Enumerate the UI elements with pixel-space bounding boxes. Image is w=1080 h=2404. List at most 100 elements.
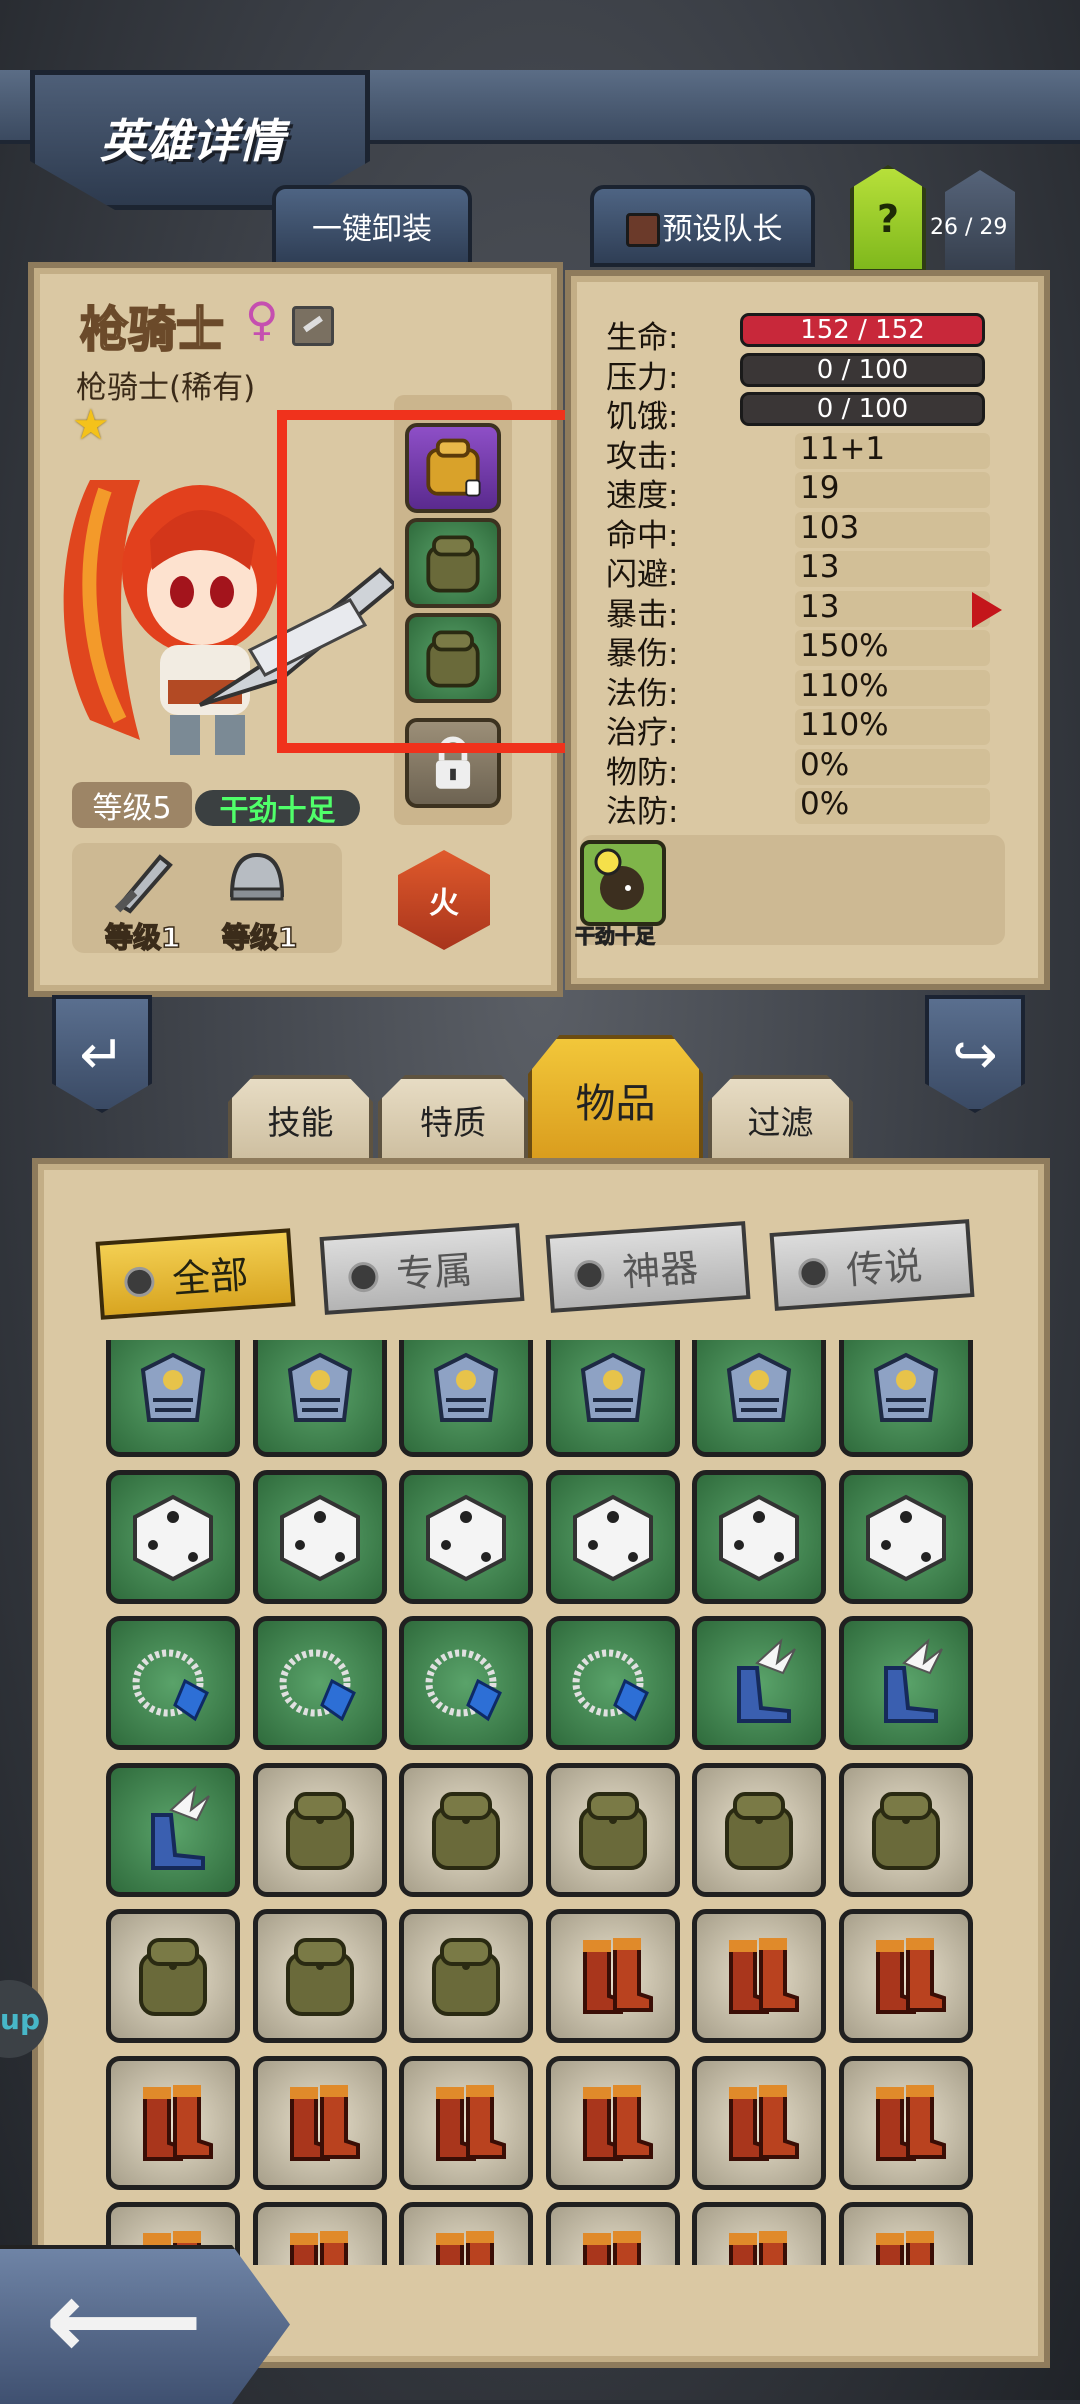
inventory-grid	[106, 1340, 976, 2265]
edit-name-icon[interactable]	[292, 306, 334, 346]
backpack-icon	[579, 1792, 647, 1870]
red-boots-icon	[436, 2085, 506, 2161]
winged-boots-icon	[737, 1638, 796, 1723]
dice-icon	[133, 1494, 213, 1582]
next-page-arrow-icon[interactable]	[972, 592, 1002, 628]
inventory-slot[interactable]	[399, 1616, 533, 1750]
inventory-slot[interactable]	[546, 1616, 680, 1750]
inventory-slot[interactable]	[692, 2202, 826, 2265]
tab-filter[interactable]: 过滤	[708, 1075, 853, 1165]
red-boots-icon	[729, 1938, 799, 2014]
tab-items[interactable]: 物品	[528, 1035, 703, 1165]
inventory-slot[interactable]	[692, 1909, 826, 2043]
inventory-slot[interactable]	[253, 1909, 387, 2043]
filter-artifact-label: 神器	[620, 1245, 700, 1295]
inventory-slot[interactable]	[399, 2056, 533, 2190]
radio-dot-icon	[347, 1261, 380, 1294]
inventory-slot[interactable]	[399, 1909, 533, 2043]
filter-exclusive[interactable]: 专属	[319, 1223, 525, 1315]
filter-artifact[interactable]: 神器	[545, 1221, 751, 1313]
preset-leader-label: 预设队长	[662, 212, 783, 247]
backpack-icon	[286, 1792, 354, 1870]
filter-all[interactable]: 全部	[95, 1228, 296, 1320]
hero-trait[interactable]: 干劲十足	[195, 790, 360, 827]
stat-value: 13	[800, 549, 840, 585]
inventory-slot[interactable]	[692, 1616, 826, 1750]
stat-value: 0%	[800, 786, 850, 822]
inventory-slot[interactable]	[546, 1763, 680, 1897]
inventory-slot[interactable]	[546, 1909, 680, 2043]
inventory-slot[interactable]	[839, 2056, 973, 2190]
inventory-slot[interactable]	[253, 1340, 387, 1457]
amulet-icon	[279, 1649, 356, 1722]
inventory-slot[interactable]	[839, 2202, 973, 2265]
backpack-icon	[286, 1938, 354, 2016]
inventory-slot[interactable]	[546, 2202, 680, 2265]
inventory-slot[interactable]	[253, 2202, 387, 2265]
red-boots-icon	[876, 2085, 946, 2161]
dice-icon	[426, 1494, 506, 1582]
return-arrow-icon: ↵	[79, 1022, 125, 1086]
stat-bar: 152 / 152	[740, 313, 985, 347]
amulet-icon	[425, 1649, 502, 1722]
inventory-slot[interactable]	[399, 1763, 533, 1897]
preset-leader-button[interactable]: 预设队长	[590, 185, 815, 267]
armor-level: 等级1	[221, 920, 298, 955]
inventory-slot[interactable]	[839, 1616, 973, 1750]
inventory-slot[interactable]	[839, 1470, 973, 1604]
inventory-slot[interactable]	[253, 1763, 387, 1897]
dice-icon	[866, 1494, 946, 1582]
inventory-slot[interactable]	[106, 1616, 240, 1750]
preset-leader-checkbox[interactable]	[626, 213, 660, 247]
inventory-slot[interactable]	[839, 1909, 973, 2043]
backpack-icon	[139, 1938, 207, 2016]
inventory-slot[interactable]	[546, 2056, 680, 2190]
unequip-all-button[interactable]: 一键卸装	[272, 185, 472, 267]
inventory-slot[interactable]	[692, 1763, 826, 1897]
inventory-slot[interactable]	[839, 1340, 973, 1457]
inventory-slot[interactable]	[106, 1340, 240, 1457]
tab-skills[interactable]: 技能	[228, 1075, 373, 1165]
stat-value: 103	[800, 510, 860, 546]
inventory-slot[interactable]	[106, 1470, 240, 1604]
stat-bar: 0 / 100	[740, 353, 985, 387]
filter-all-label: 全部	[170, 1251, 250, 1302]
stat-label: 速度:	[606, 478, 679, 514]
helmet-icon[interactable]	[222, 845, 292, 915]
armor-icon	[140, 1352, 206, 1422]
filter-legendary[interactable]: 传说	[769, 1219, 975, 1311]
tab-traits[interactable]: 特质	[378, 1075, 528, 1165]
inventory-slot[interactable]	[399, 2202, 533, 2265]
inventory-slot[interactable]	[399, 1470, 533, 1604]
stat-label: 治疗:	[606, 715, 679, 751]
filter-exclusive-label: 专属	[394, 1247, 474, 1297]
armor-icon	[580, 1352, 646, 1422]
inventory-slot[interactable]	[839, 1763, 973, 1897]
inventory-slot[interactable]	[692, 1470, 826, 1604]
stat-value: 110%	[800, 668, 889, 704]
sword-icon[interactable]	[110, 845, 180, 915]
inventory-slot[interactable]	[546, 1470, 680, 1604]
roster-count: 26 / 29	[930, 215, 1008, 240]
inventory-slot[interactable]	[546, 1340, 680, 1457]
stat-value: 110%	[800, 707, 889, 743]
inventory-slot[interactable]	[106, 2056, 240, 2190]
radio-dot-icon	[573, 1259, 606, 1292]
back-arrow-icon: ⟵	[45, 2256, 203, 2384]
inventory-slot[interactable]	[253, 2056, 387, 2190]
inventory-slot[interactable]	[692, 2056, 826, 2190]
red-boots-icon	[583, 1938, 653, 2014]
trait-face-icon[interactable]	[580, 840, 666, 926]
backpack-icon	[725, 1792, 793, 1870]
inventory-slot[interactable]	[253, 1616, 387, 1750]
stat-label: 生命:	[606, 320, 679, 356]
inventory-slot[interactable]	[399, 1340, 533, 1457]
inventory-slot[interactable]	[253, 1470, 387, 1604]
winged-boots-icon	[151, 1785, 210, 1870]
inventory-slot[interactable]	[692, 1340, 826, 1457]
backpack-icon	[432, 1938, 500, 2016]
inventory-slot[interactable]	[106, 1909, 240, 2043]
page-title: 英雄详情	[100, 114, 284, 168]
inventory-slot[interactable]	[106, 1763, 240, 1897]
amulet-icon	[572, 1649, 649, 1722]
